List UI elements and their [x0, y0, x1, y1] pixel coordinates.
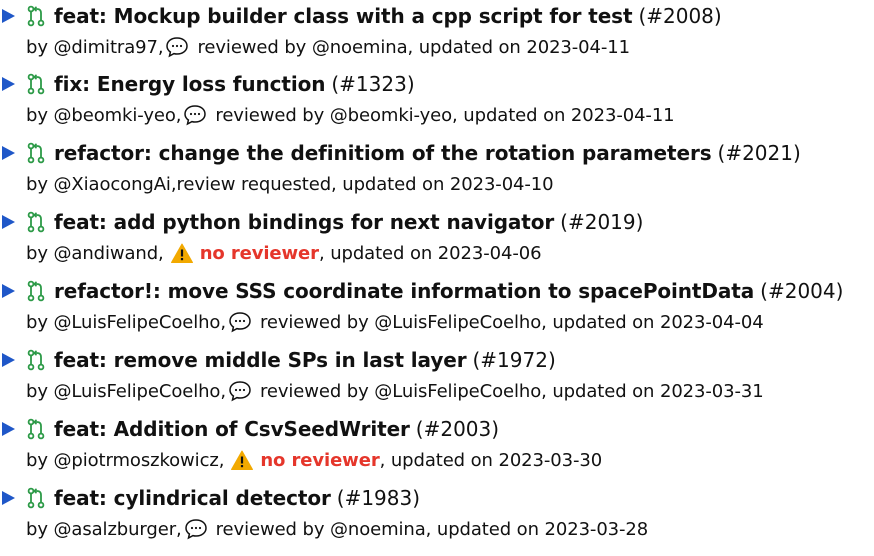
pull-request-icon — [27, 142, 45, 164]
pr-number: (#2004) — [760, 279, 844, 303]
expand-triangle-icon[interactable] — [2, 353, 15, 367]
pr-number: (#2008) — [638, 4, 722, 28]
review-status: , updated on 2023-04-06 — [318, 242, 542, 264]
expand-triangle-icon[interactable] — [2, 284, 15, 298]
pr-number: (#2003) — [415, 417, 500, 441]
no-reviewer-label: no reviewer — [260, 449, 380, 471]
pr-number: (#1983) — [336, 486, 421, 510]
expand-triangle-icon[interactable] — [2, 215, 15, 229]
pr-title[interactable]: feat: remove middle SPs in last layer — [54, 348, 467, 372]
item-meta: by @beomki-yeo, reviewed by @beomki-yeo,… — [26, 101, 675, 129]
item-meta: by @dimitra97, reviewed by @noemina, upd… — [26, 33, 630, 61]
list-item: fix: Energy loss function (#1323) by @be… — [0, 68, 874, 134]
author: by @XiaocongAi, — [26, 173, 177, 195]
item-header: refactor: change the definitiom of the r… — [0, 137, 801, 169]
list-item: feat: Mockup builder class with a cpp sc… — [0, 0, 874, 66]
pr-title[interactable]: feat: cylindrical detector — [54, 486, 331, 510]
author: by @LuisFelipeCoelho, — [26, 380, 226, 402]
review-status: reviewed by @noemina, updated on 2023-03… — [215, 518, 649, 540]
list-item: feat: cylindrical detector (#1983) by @a… — [0, 482, 874, 548]
author: by @asalzburger, — [26, 518, 182, 540]
pr-title[interactable]: feat: Addition of CsvSeedWriter — [54, 417, 410, 441]
pr-title[interactable]: feat: Mockup builder class with a cpp sc… — [54, 4, 633, 28]
list-item: feat: Addition of CsvSeedWriter (#2003) … — [0, 413, 874, 479]
pull-request-icon — [27, 5, 45, 27]
expand-triangle-icon[interactable] — [2, 491, 15, 505]
list-item: feat: remove middle SPs in last layer (#… — [0, 344, 874, 410]
pr-title[interactable]: feat: add python bindings for next navig… — [54, 210, 554, 234]
pull-request-icon — [27, 211, 45, 233]
list-item: refactor: change the definitiom of the r… — [0, 137, 874, 203]
item-header: feat: cylindrical detector (#1983) — [0, 482, 420, 514]
list-item: refactor!: move SSS coordinate informati… — [0, 275, 874, 341]
pull-request-icon — [27, 73, 45, 95]
item-header: fix: Energy loss function (#1323) — [0, 68, 415, 100]
expand-triangle-icon[interactable] — [2, 77, 15, 91]
item-meta: by @piotrmoszkowicz, no reviewer , updat… — [26, 446, 602, 474]
item-header: refactor!: move SSS coordinate informati… — [0, 275, 843, 307]
item-meta: by @LuisFelipeCoelho, reviewed by @LuisF… — [26, 377, 764, 405]
review-status: reviewed by @beomki-yeo, updated on 2023… — [215, 104, 675, 126]
expand-triangle-icon[interactable] — [2, 422, 15, 436]
pull-request-icon — [27, 280, 45, 302]
pr-number: (#2019) — [560, 210, 644, 234]
item-header: feat: Addition of CsvSeedWriter (#2003) — [0, 413, 499, 445]
review-status: reviewed by @noemina, updated on 2023-04… — [197, 36, 630, 58]
item-meta: by @XiaocongAi, review requested, update… — [26, 170, 554, 198]
comment-icon — [184, 519, 207, 540]
comment-icon — [184, 105, 207, 126]
no-reviewer-label: no reviewer — [199, 242, 319, 264]
item-header: feat: Mockup builder class with a cpp sc… — [0, 0, 722, 32]
expand-triangle-icon[interactable] — [2, 9, 15, 23]
author: by @andiwand, — [26, 242, 164, 264]
author: by @piotrmoszkowicz, — [26, 449, 225, 471]
pull-request-icon — [27, 418, 45, 440]
comment-icon — [166, 37, 189, 58]
expand-triangle-icon[interactable] — [2, 146, 15, 160]
review-status: reviewed by @LuisFelipeCoelho, updated o… — [259, 311, 764, 333]
pr-title[interactable]: fix: Energy loss function — [54, 72, 325, 96]
author: by @dimitra97, — [26, 36, 164, 58]
pr-title[interactable]: refactor: change the definitiom of the r… — [54, 141, 712, 165]
author: by @beomki-yeo, — [26, 104, 182, 126]
review-status: review requested, updated on 2023-04-10 — [176, 173, 554, 195]
author: by @LuisFelipeCoelho, — [26, 311, 226, 333]
item-meta: by @LuisFelipeCoelho, reviewed by @LuisF… — [26, 308, 764, 336]
pr-number: (#1323) — [331, 72, 415, 96]
review-status: , updated on 2023-03-30 — [379, 449, 603, 471]
pull-request-icon — [27, 487, 45, 509]
list-item: feat: add python bindings for next navig… — [0, 206, 874, 272]
pr-title[interactable]: refactor!: move SSS coordinate informati… — [54, 279, 754, 303]
comment-icon — [229, 381, 251, 402]
item-meta: by @andiwand, no reviewer , updated on 2… — [26, 239, 542, 267]
warning-icon — [231, 450, 254, 470]
review-status: reviewed by @LuisFelipeCoelho, updated o… — [259, 380, 764, 402]
warning-icon — [170, 243, 193, 263]
pr-number: (#2021) — [717, 141, 801, 165]
item-header: feat: add python bindings for next navig… — [0, 206, 643, 238]
comment-icon — [229, 312, 251, 333]
pr-number: (#1972) — [472, 348, 556, 372]
item-header: feat: remove middle SPs in last layer (#… — [0, 344, 556, 376]
pull-request-icon — [27, 349, 45, 371]
item-meta: by @asalzburger, reviewed by @noemina, u… — [26, 515, 648, 543]
